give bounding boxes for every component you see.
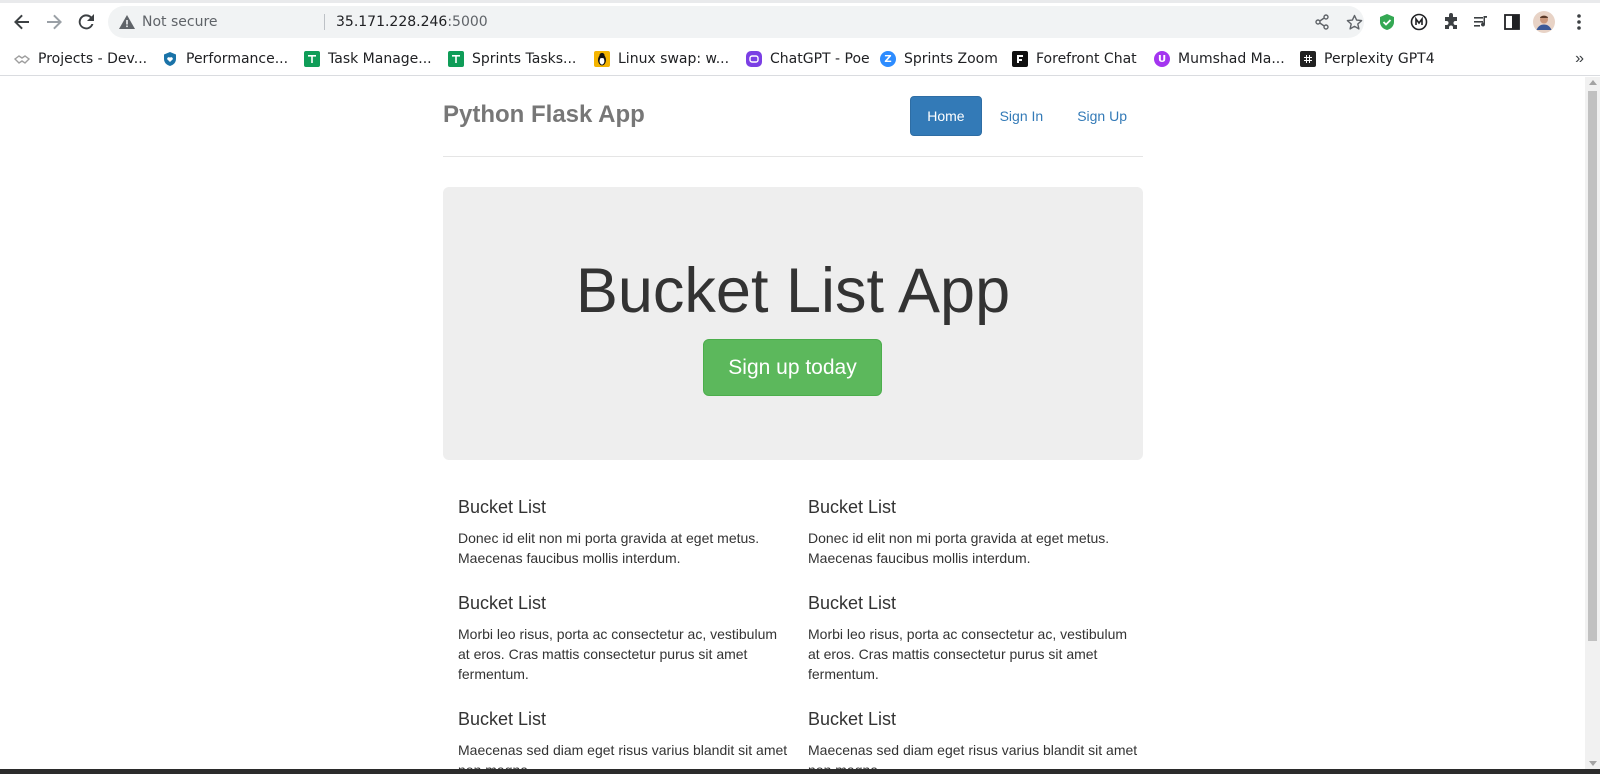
item-title: Bucket List bbox=[458, 497, 547, 517]
page-container: Python Flask App Home Sign In Sign Up Bu… bbox=[443, 77, 1143, 769]
item-title: Bucket List bbox=[808, 497, 897, 517]
nav-pills: Home Sign In Sign Up bbox=[908, 96, 1143, 136]
item-title: Bucket List bbox=[808, 593, 897, 613]
brand-title: Python Flask App bbox=[443, 101, 645, 128]
warning-icon[interactable] bbox=[118, 13, 136, 31]
list-item: Bucket List Donec id elit non mi porta g… bbox=[458, 497, 788, 568]
page-scrollbar[interactable] bbox=[1585, 77, 1600, 769]
sign-up-today-button[interactable]: Sign up today bbox=[703, 339, 882, 396]
nav-home[interactable]: Home bbox=[910, 96, 982, 136]
bookmark-label: Forefront Chat bbox=[1036, 51, 1137, 67]
nav-sign-up[interactable]: Sign Up bbox=[1061, 96, 1143, 136]
url-text[interactable]: 35.171.228.246:5000 bbox=[336, 14, 488, 30]
bookmark-label: Mumshad Ma... bbox=[1178, 51, 1285, 67]
site-header: Python Flask App Home Sign In Sign Up bbox=[443, 77, 1143, 157]
bookmark-item[interactable]: Perplexity GPT4 bbox=[1300, 47, 1435, 71]
bookmark-label: Sprints Tasks... bbox=[472, 51, 577, 67]
item-text: Morbi leo risus, porta ac consectetur ac… bbox=[458, 626, 778, 682]
sheets-icon bbox=[448, 51, 464, 67]
item-title: Bucket List bbox=[458, 593, 547, 613]
scroll-up-icon[interactable] bbox=[1589, 80, 1597, 85]
star-icon[interactable] bbox=[1344, 12, 1364, 32]
bookmark-label: Sprints Zoom bbox=[904, 51, 998, 67]
menu-icon[interactable] bbox=[1568, 11, 1590, 33]
bookmark-label: Projects - Dev... bbox=[38, 51, 148, 67]
bookmark-item[interactable]: Performance... bbox=[162, 47, 288, 71]
forward-arrow-icon[interactable] bbox=[42, 10, 66, 34]
bookmark-item[interactable]: Linux swap: w... bbox=[594, 47, 729, 71]
media-icon[interactable] bbox=[1470, 11, 1492, 33]
bookmark-item[interactable]: Forefront Chat bbox=[1012, 47, 1137, 71]
jumbotron: Bucket List App Sign up today bbox=[443, 187, 1143, 460]
bookmark-label: Linux swap: w... bbox=[618, 51, 730, 67]
bookmark-item[interactable]: Projects - Dev... bbox=[14, 47, 147, 71]
bookmarks-bar: Projects - Dev... Performance... Task Ma… bbox=[0, 42, 1600, 76]
bookmark-label: Perplexity GPT4 bbox=[1324, 51, 1435, 67]
bookmark-label: Task Manage... bbox=[328, 51, 432, 67]
shield-icon[interactable] bbox=[1376, 11, 1398, 33]
zoom-icon: Z bbox=[880, 51, 896, 67]
grid-icon bbox=[1300, 51, 1316, 67]
item-text: Maecenas sed diam eget risus varius blan… bbox=[458, 742, 788, 769]
udemy-icon: U bbox=[1154, 51, 1170, 67]
back-arrow-icon[interactable] bbox=[10, 10, 34, 34]
bookmark-item[interactable]: ChatGPT - Poe bbox=[746, 47, 870, 71]
address-bar[interactable]: Not secure 35.171.228.246:5000 bbox=[108, 6, 1364, 38]
bookmark-item[interactable]: Z Sprints Zoom bbox=[880, 47, 998, 71]
item-text: Morbi leo risus, porta ac consectetur ac… bbox=[808, 626, 1128, 682]
chevron-double-right-icon[interactable]: » bbox=[1575, 50, 1584, 68]
list-item: Bucket List Maecenas sed diam eget risus… bbox=[808, 709, 1138, 769]
bookmark-label: Performance... bbox=[186, 51, 289, 67]
hero-title: Bucket List App bbox=[575, 256, 1011, 326]
puzzle-icon[interactable] bbox=[1440, 11, 1462, 33]
sheets-icon bbox=[304, 51, 320, 67]
extension-circle-icon[interactable] bbox=[1408, 11, 1430, 33]
item-text: Maecenas sed diam eget risus varius blan… bbox=[808, 742, 1138, 769]
page-viewport: Python Flask App Home Sign In Sign Up Bu… bbox=[0, 77, 1585, 769]
taskbar-edge bbox=[0, 769, 1600, 774]
item-title: Bucket List bbox=[458, 709, 547, 729]
bookmark-item[interactable]: Task Manage... bbox=[304, 47, 432, 71]
penguin-icon bbox=[594, 51, 610, 67]
poe-icon bbox=[746, 51, 762, 67]
avatar[interactable] bbox=[1533, 11, 1555, 33]
item-text: Donec id elit non mi porta gravida at eg… bbox=[808, 530, 1110, 566]
url-host: 35.171.228.246 bbox=[336, 14, 448, 30]
forefront-icon bbox=[1012, 51, 1028, 67]
scrollbar-thumb[interactable] bbox=[1588, 91, 1597, 641]
item-title: Bucket List bbox=[808, 709, 897, 729]
nav-sign-in[interactable]: Sign In bbox=[984, 96, 1060, 136]
sidepanel-icon[interactable] bbox=[1501, 11, 1523, 33]
address-separator bbox=[324, 14, 325, 30]
bookmark-item[interactable]: Sprints Tasks... bbox=[448, 47, 576, 71]
list-item: Bucket List Morbi leo risus, porta ac co… bbox=[458, 593, 788, 684]
list-item: Bucket List Morbi leo risus, porta ac co… bbox=[808, 593, 1138, 684]
share-icon[interactable] bbox=[1312, 12, 1332, 32]
url-port: :5000 bbox=[447, 14, 488, 30]
bookmark-label: ChatGPT - Poe bbox=[770, 51, 870, 67]
item-text: Donec id elit non mi porta gravida at eg… bbox=[458, 530, 760, 566]
handshake-icon bbox=[14, 51, 30, 67]
bookmark-item[interactable]: U Mumshad Ma... bbox=[1154, 47, 1285, 71]
list-item: Bucket List Donec id elit non mi porta g… bbox=[808, 497, 1138, 568]
list-item: Bucket List Maecenas sed diam eget risus… bbox=[458, 709, 788, 769]
browser-toolbar: Not secure 35.171.228.246:5000 bbox=[0, 0, 1600, 42]
shield-heart-icon bbox=[162, 51, 178, 67]
security-label[interactable]: Not secure bbox=[142, 14, 218, 30]
reload-icon[interactable] bbox=[74, 10, 98, 34]
scroll-down-icon[interactable] bbox=[1589, 761, 1597, 766]
toolbar-accent bbox=[0, 0, 1600, 3]
